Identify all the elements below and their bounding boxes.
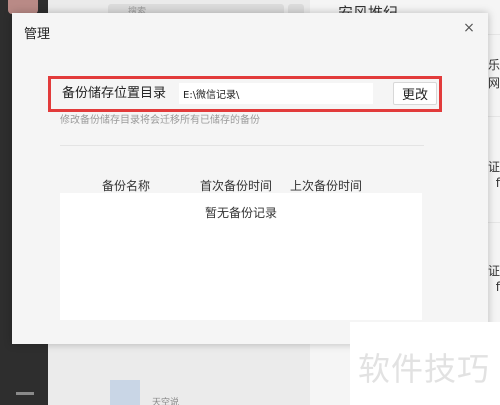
change-path-button[interactable]: 更改 [393, 82, 437, 105]
backup-path-hint: 修改备份储存目录将会迁移所有已储存的备份 [60, 115, 260, 126]
chat-edge-text: f [495, 280, 500, 294]
watermark: 软件技巧 [350, 322, 500, 405]
chat-edge-text: 证 [487, 264, 500, 278]
chat-edge-text: 证 [487, 160, 500, 174]
section-divider [60, 145, 424, 146]
backup-path-row: 备份储存位置目录 更改 [48, 76, 442, 112]
menu-icon[interactable] [16, 392, 34, 395]
user-avatar[interactable] [8, 0, 38, 14]
close-icon[interactable]: × [460, 19, 478, 37]
backup-path-input[interactable] [179, 83, 373, 104]
column-header-first-backup-time: 首次备份时间 [200, 179, 273, 193]
backup-path-label: 备份储存位置目录 [62, 86, 167, 101]
dialog-title: 管理 [24, 27, 51, 42]
chat-edge-text: 网 [487, 76, 500, 90]
chat-preview-text: 天空说 [152, 398, 180, 405]
column-header-backup-name: 备份名称 [102, 179, 151, 193]
column-header-last-backup-time: 上次备份时间 [290, 179, 363, 193]
chat-edge-text: f [495, 176, 500, 190]
chat-avatar[interactable] [110, 380, 140, 405]
manage-dialog: 管理 × 备份储存位置目录 更改 修改备份储存目录将会迁移所有已储存的备份 备份… [12, 13, 488, 344]
empty-state-text: 暂无备份记录 [204, 206, 277, 220]
backup-table: 暂无备份记录 [60, 193, 422, 320]
watermark-text: 软件技巧 [358, 350, 491, 388]
